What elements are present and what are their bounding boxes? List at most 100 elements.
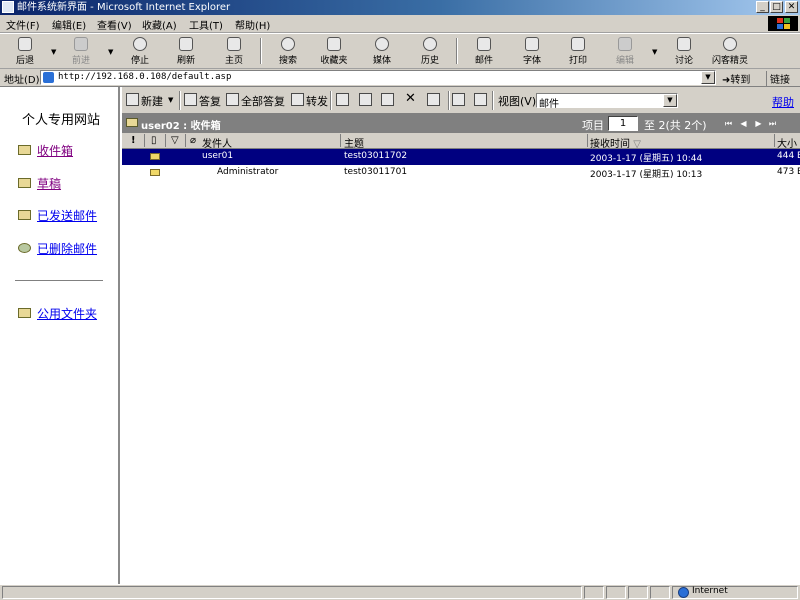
page-number-input[interactable]: 1: [608, 116, 638, 131]
window-title-bar[interactable]: 邮件系统新界面 - Microsoft Internet Explorer _ …: [0, 0, 800, 15]
column-received[interactable]: 接收时间 ▽: [590, 135, 641, 150]
options-icon[interactable]: [474, 93, 487, 106]
column-from[interactable]: 发件人: [202, 135, 232, 150]
column-subject[interactable]: 主题: [344, 135, 364, 150]
media-button[interactable]: 媒体: [360, 37, 404, 67]
check-names-icon[interactable]: [381, 93, 394, 106]
last-page-icon[interactable]: ⏭: [768, 119, 777, 128]
junk-icon[interactable]: [427, 93, 440, 106]
forward-arrow-icon: [74, 37, 88, 51]
folder-title: user02 : 收件箱: [141, 121, 221, 132]
column-separator: [144, 134, 145, 147]
favorites-button[interactable]: 收藏夹: [312, 37, 356, 67]
nav-sent-link[interactable]: 已发送邮件: [37, 207, 97, 224]
column-type-icon[interactable]: ▯: [151, 135, 157, 146]
nav-deleted-link[interactable]: 已删除邮件: [37, 240, 97, 257]
sidebar-divider: [15, 280, 103, 282]
ie-toolbar: 后退 ▼ 前进 ▼ 停止 刷新 主页 搜索 收藏夹 媒体 历史 邮件 字体 打印…: [0, 33, 800, 69]
home-button[interactable]: 主页: [212, 37, 256, 67]
status-zone-panel: [672, 586, 798, 599]
media-icon: [375, 37, 389, 51]
forward-message-button[interactable]: 转发: [306, 93, 328, 109]
address-label: 地址(D): [4, 75, 40, 86]
first-page-icon[interactable]: ⏮: [724, 119, 733, 128]
column-importance[interactable]: !: [131, 135, 136, 146]
links-button[interactable]: 链接: [766, 71, 790, 86]
refresh-button[interactable]: 刷新: [164, 37, 208, 67]
reply-button[interactable]: 答复: [199, 93, 221, 109]
site-title: 个人专用网站: [22, 113, 101, 128]
messenger-icon: [723, 37, 737, 51]
status-panel: [650, 586, 670, 599]
new-button[interactable]: 新建: [141, 93, 163, 109]
next-page-icon[interactable]: ▶: [754, 119, 763, 128]
view-select-value: 邮件: [539, 99, 559, 110]
back-button[interactable]: 后退: [3, 37, 47, 67]
inbox-icon: [126, 118, 138, 127]
menu-view[interactable]: 查看(V): [97, 17, 132, 32]
address-dropdown-icon[interactable]: ▼: [701, 71, 715, 84]
font-icon: [525, 37, 539, 51]
nav-inbox-link[interactable]: 收件箱: [37, 142, 73, 159]
help-link[interactable]: 帮助: [772, 94, 794, 110]
search-button[interactable]: 搜索: [266, 37, 310, 67]
mail-toolbar: 新建 ▼ 答复 全部答复 转发 ✕ 视图(V) 邮件 ▼ 帮助: [122, 87, 800, 114]
menu-bar: 文件(F) 编辑(E) 查看(V) 收藏(A) 工具(T) 帮助(H): [0, 15, 800, 33]
stop-icon: [133, 37, 147, 51]
minimize-button[interactable]: _: [756, 1, 769, 13]
close-button[interactable]: ✕: [785, 1, 798, 13]
nav-drafts-link[interactable]: 草稿: [37, 175, 61, 192]
refresh-icon: [179, 37, 193, 51]
toolbar-separator: [492, 91, 494, 110]
message-row[interactable]: Administrator test03011701 2003-1-17 (星期…: [122, 165, 800, 181]
save-icon[interactable]: [452, 93, 465, 106]
page-content: 个人专用网站 收件箱 草稿 已发送邮件 已删除邮件 公用文件夹 新建 ▼ 答复: [0, 86, 800, 585]
print-button[interactable]: 打印: [556, 37, 600, 67]
menu-edit[interactable]: 编辑(E): [52, 17, 86, 32]
maximize-button[interactable]: □: [770, 1, 783, 13]
reply-all-button[interactable]: 全部答复: [241, 93, 285, 109]
edit-button[interactable]: 编辑: [603, 37, 647, 67]
nav-public-link[interactable]: 公用文件夹: [37, 305, 97, 322]
message-row[interactable]: user01 test03011702 2003-1-17 (星期五) 10:4…: [122, 149, 800, 165]
history-button[interactable]: 历史: [408, 37, 452, 67]
forward-dropdown-icon[interactable]: ▼: [108, 48, 113, 56]
drafts-icon: [18, 178, 31, 188]
menu-help[interactable]: 帮助(H): [235, 17, 270, 32]
edit-dropdown-icon[interactable]: ▼: [652, 48, 657, 56]
font-button[interactable]: 字体: [510, 37, 554, 67]
forward-button[interactable]: 前进: [59, 37, 103, 67]
menu-favorites[interactable]: 收藏(A): [142, 17, 177, 32]
column-attachment-icon[interactable]: ⌀: [190, 135, 196, 146]
view-dropdown-icon[interactable]: ▼: [663, 94, 677, 107]
column-separator: [340, 134, 341, 147]
previous-page-icon[interactable]: ◀: [739, 119, 748, 128]
menu-tools[interactable]: 工具(T): [189, 17, 223, 32]
go-label: 转到: [730, 75, 751, 86]
message-size: 473 B: [777, 167, 800, 177]
toolbar-separator: [330, 91, 332, 110]
view-select[interactable]: 邮件 ▼: [536, 93, 678, 110]
column-flag-icon[interactable]: ▽: [171, 135, 179, 146]
new-dropdown-icon[interactable]: ▼: [168, 96, 173, 104]
page-icon: [43, 72, 54, 83]
mail-button[interactable]: 邮件: [462, 37, 506, 67]
move-folder-icon[interactable]: [336, 93, 349, 106]
page-total: 至 2(共 2个): [644, 119, 707, 132]
discuss-button[interactable]: 讨论: [662, 37, 706, 67]
address-input[interactable]: http://192.168.0.108/default.asp ▼: [40, 70, 716, 85]
message-list-header: ! ▯ ▽ ⌀ 发件人 主题 接收时间 ▽ 大小: [122, 133, 800, 150]
go-button[interactable]: ➜转到: [722, 71, 750, 86]
status-text-panel: [2, 586, 582, 599]
delete-icon[interactable]: ✕: [405, 91, 416, 106]
stop-button[interactable]: 停止: [118, 37, 162, 67]
back-dropdown-icon[interactable]: ▼: [51, 48, 56, 56]
find-icon[interactable]: [359, 93, 372, 106]
ie-app-icon[interactable]: [2, 1, 14, 13]
history-icon: [423, 37, 437, 51]
messenger-button[interactable]: 闪客精灵: [708, 37, 752, 67]
envelope-icon: [150, 153, 160, 160]
menu-file[interactable]: 文件(F): [6, 17, 40, 32]
address-url[interactable]: http://192.168.0.108/default.asp: [58, 71, 231, 84]
column-size[interactable]: 大小: [777, 135, 797, 150]
